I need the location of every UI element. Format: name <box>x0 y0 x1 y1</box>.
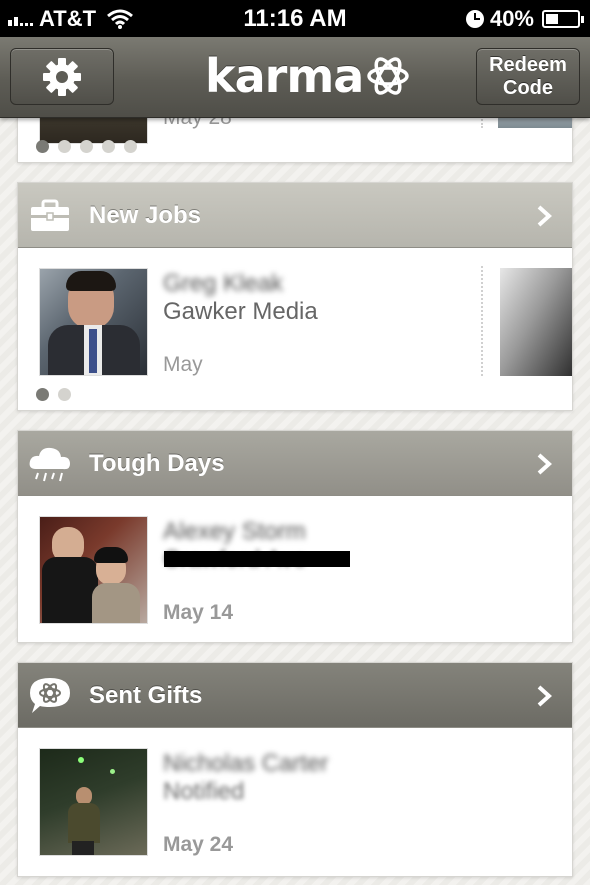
entry-date: May <box>163 353 203 376</box>
tough-days-card: Tough Days Alexey Storm Crawford Ave May… <box>17 430 573 643</box>
pager-dot[interactable] <box>58 388 71 401</box>
battery-percent: 40% <box>489 6 534 31</box>
entry-date: May 14 <box>163 601 234 624</box>
pager-dot[interactable] <box>124 140 137 153</box>
list-item[interactable]: Nicholas Carter Notified May 24 <box>18 728 572 856</box>
list-item[interactable]: Greg Kleak Gawker Media May <box>18 248 572 376</box>
pager-dot[interactable] <box>80 140 93 153</box>
briefcase-icon <box>31 199 69 231</box>
list-item[interactable]: Alexey Storm Crawford Ave May 14 <box>18 496 572 624</box>
entry-divider <box>481 266 483 376</box>
new-jobs-card: New Jobs Greg Kleak Gawker Media May <box>17 182 573 411</box>
new-jobs-header[interactable]: New Jobs <box>18 183 572 248</box>
contact-name: Nicholas Carter <box>163 750 329 777</box>
chevron-right-icon[interactable] <box>536 453 552 475</box>
brand-logo: karma <box>205 49 411 103</box>
new-jobs-pager[interactable] <box>36 388 71 401</box>
redaction-bar <box>164 551 350 567</box>
nav-bar: karma Redeem Code <box>0 37 590 118</box>
contact-company: Gawker Media <box>163 298 318 325</box>
tough-days-title: Tough Days <box>89 450 225 477</box>
atom-icon <box>367 57 410 95</box>
clock-icon <box>465 10 484 28</box>
contact-photo <box>39 268 148 376</box>
rain-cloud-icon <box>29 447 71 482</box>
sent-gifts-header[interactable]: Sent Gifts <box>18 663 572 728</box>
chevron-right-icon[interactable] <box>536 685 552 707</box>
brand-name: karma <box>205 49 364 103</box>
contact-name: Alexey Storm <box>163 518 306 545</box>
battery-area: 40% <box>465 6 584 32</box>
redeem-code-button[interactable]: Redeem Code <box>476 48 580 105</box>
tough-days-header[interactable]: Tough Days <box>18 431 572 496</box>
pager-dot[interactable] <box>102 140 115 153</box>
contact-photo <box>39 748 148 856</box>
contact-photo <box>39 516 148 624</box>
top-card-pager[interactable] <box>36 140 137 153</box>
entry-date: May 24 <box>163 833 234 856</box>
chevron-right-icon[interactable] <box>536 205 552 227</box>
new-jobs-title: New Jobs <box>89 202 202 229</box>
pager-dot[interactable] <box>36 388 49 401</box>
sent-gifts-card: Sent Gifts Nicholas Carter Notified May … <box>17 662 573 877</box>
settings-button[interactable] <box>10 48 114 105</box>
next-entry-photo <box>500 268 572 376</box>
pager-dot[interactable] <box>58 140 71 153</box>
gear-icon <box>43 57 81 96</box>
sent-gifts-title: Sent Gifts <box>89 682 203 709</box>
gift-status: Notified <box>163 778 245 805</box>
contact-name: Greg Kleak <box>163 270 284 297</box>
status-bar: AT&T 11:16 AM 40% <box>0 0 590 37</box>
battery-icon <box>542 10 584 28</box>
gift-atom-icon <box>30 678 70 713</box>
pager-dot[interactable] <box>36 140 49 153</box>
